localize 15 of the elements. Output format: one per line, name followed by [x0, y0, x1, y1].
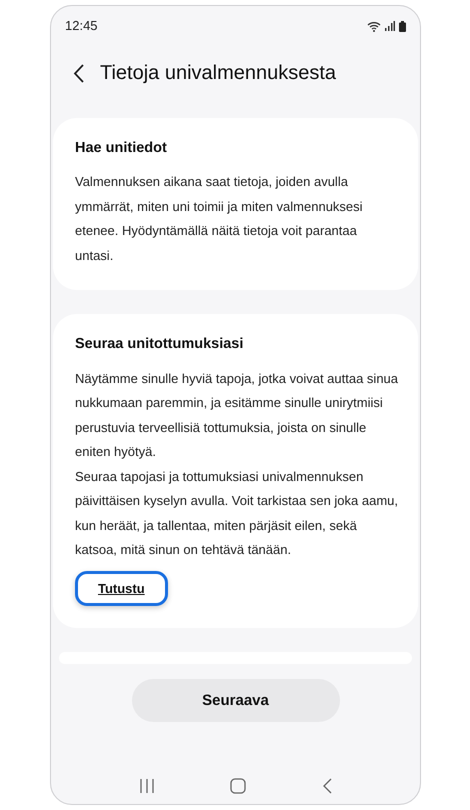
- card-title: Seuraa unitottumuksiasi: [75, 336, 244, 354]
- card-text: Näytämme sinulle hyviä tapoja, jotka voivat auttaa sinua nukkumaan paremmin, ja esitämme sinulle unirytmiisi perustuvia terveellisiä tottumuksia, joista on sinulle eniten hyötyä.: [75, 370, 398, 462]
- page-title: Tietoja univalmennuksesta: [100, 61, 336, 85]
- home-icon[interactable]: [230, 778, 246, 794]
- card-text: Valmennuksen aikana saat tietoja, joiden avulla ymmärrät, miten uni toimii ja miten valmennuksesi etenee. Hyödyntämällä näitä tietoja voit parantaa untasi.: [75, 173, 364, 265]
- recent-apps-icon[interactable]: [138, 778, 155, 794]
- card-title: Hae unitiedot: [75, 140, 168, 158]
- status-time: 12:45: [65, 17, 98, 36]
- next-button[interactable]: Seuraava: [132, 679, 340, 722]
- learn-more-link[interactable]: Tutustu: [75, 570, 168, 606]
- wifi-icon: [367, 20, 381, 32]
- back-icon[interactable]: [73, 64, 84, 82]
- card-text: Seuraa tapojasi ja tottumuksiasi univalmennuksen päivittäisen kyselyn avulla. Voit tarkistaa sen joka aamu, kun heräät, ja tallentaa, miten pärjäsit eilen, sekä katsoa, mitä sinun on tehtävä tänään.: [75, 468, 398, 560]
- signal-icon: [385, 21, 395, 31]
- battery-icon: [399, 20, 406, 32]
